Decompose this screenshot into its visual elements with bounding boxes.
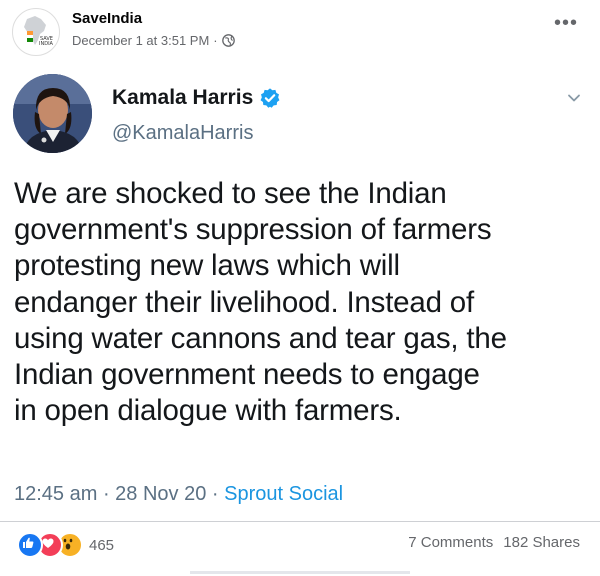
like-icon bbox=[17, 532, 43, 558]
author-handle: @KamalaHarris bbox=[112, 122, 254, 144]
tweet-date: 28 Nov 20 bbox=[115, 483, 207, 505]
svg-text:INDIA: INDIA bbox=[39, 41, 54, 47]
tweet-time: 12:45 am bbox=[14, 483, 98, 505]
post-header: SAVE INDIA SaveIndia December 1 at 3:51 … bbox=[0, 0, 600, 64]
engagement-bar: 465 7 Comments 182 Shares bbox=[0, 522, 600, 566]
chevron-down-icon bbox=[566, 90, 582, 106]
author-avatar bbox=[13, 74, 92, 153]
bottom-divider bbox=[190, 571, 410, 574]
more-options-icon: ••• bbox=[553, 12, 578, 34]
tweet-screenshot: Kamala Harris @KamalaHarris We are shock… bbox=[0, 66, 600, 524]
comments-count-link[interactable]: 7 Comments bbox=[408, 534, 493, 551]
reactions-summary[interactable]: 465 bbox=[17, 532, 114, 558]
post-meta: December 1 at 3:51 PM · bbox=[72, 33, 235, 48]
page-name[interactable]: SaveIndia bbox=[72, 10, 142, 27]
more-options-button[interactable]: ••• bbox=[554, 13, 578, 33]
tweet-text: We are shocked to see the Indian governm… bbox=[14, 177, 507, 428]
globe-icon bbox=[221, 34, 235, 47]
page-avatar[interactable]: SAVE INDIA bbox=[12, 8, 60, 56]
verified-badge-icon bbox=[259, 87, 281, 109]
shares-count-link[interactable]: 182 Shares bbox=[503, 534, 580, 551]
footer-separator-1: · bbox=[102, 483, 116, 505]
author-name-row: Kamala Harris bbox=[112, 86, 281, 110]
tweet-footer: 12:45 am · 28 Nov 20 · Sprout Social bbox=[14, 483, 343, 506]
footer-separator-2: · bbox=[211, 483, 225, 505]
tweet-source: Sprout Social bbox=[224, 483, 344, 505]
meta-separator: · bbox=[213, 33, 218, 48]
engagement-counts: 7 Comments 182 Shares bbox=[408, 534, 580, 551]
reaction-count: 465 bbox=[89, 536, 115, 554]
post-timestamp[interactable]: December 1 at 3:51 PM bbox=[72, 33, 209, 48]
author-name: Kamala Harris bbox=[112, 86, 254, 109]
